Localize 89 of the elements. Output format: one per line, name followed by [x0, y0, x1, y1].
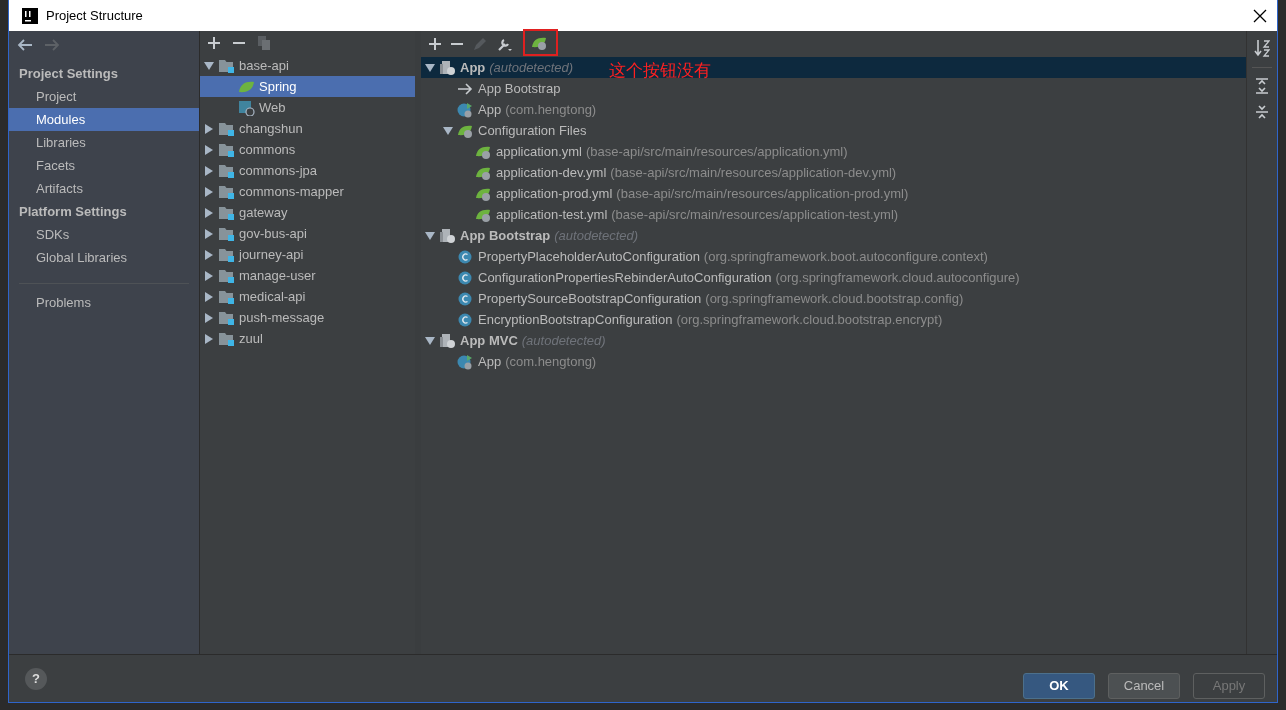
folder-icon	[218, 225, 235, 242]
folder-icon	[218, 309, 235, 326]
app-class-icon	[457, 101, 474, 118]
module-tree-item[interactable]: gov-bus-api	[200, 223, 415, 244]
expanded-arrow-icon[interactable]	[425, 230, 435, 241]
module-tree-item[interactable]: journey-api	[200, 244, 415, 265]
nav-item[interactable]: SDKs	[9, 223, 199, 246]
collapsed-arrow-icon[interactable]	[204, 165, 214, 176]
facet-tree-item[interactable]: application.yml (base-api/src/main/resources/application.yml)	[421, 141, 1246, 162]
nav-item[interactable]: Artifacts	[9, 177, 199, 200]
folder-icon	[218, 330, 235, 347]
sort-icon[interactable]	[1254, 39, 1270, 57]
context-icon	[439, 227, 456, 244]
module-tree-item[interactable]: push-message	[200, 307, 415, 328]
dialog-button[interactable]: OK	[1023, 672, 1095, 699]
facet-tree-item[interactable]: PropertyPlaceholderAutoConfiguration (org.springframework.boot.autoconfigure.context)	[421, 246, 1246, 267]
module-tree-item[interactable]: manage-user	[200, 265, 415, 286]
class-icon	[457, 269, 474, 286]
expanded-arrow-icon[interactable]	[425, 62, 435, 73]
collapsed-arrow-icon[interactable]	[204, 333, 214, 344]
collapsed-arrow-icon[interactable]	[204, 249, 214, 260]
add-icon[interactable]	[429, 38, 441, 50]
folder-icon	[218, 246, 235, 263]
collapsed-arrow-icon[interactable]	[204, 186, 214, 197]
collapsed-arrow-icon[interactable]	[204, 291, 214, 302]
module-tree-item[interactable]: Spring	[200, 76, 415, 97]
nav-item[interactable]: Problems	[9, 291, 199, 314]
folder-icon	[218, 141, 235, 158]
facet-tree-item[interactable]: ConfigurationPropertiesRebinderAutoConfiguration (org.springframework.cloud.autoconfigure)	[421, 267, 1246, 288]
section-heading: Project Settings	[18, 65, 119, 83]
facet-tree-item[interactable]: Configuration Files	[421, 120, 1246, 141]
app-class-icon	[457, 353, 474, 370]
folder-icon	[218, 183, 235, 200]
section-heading: Platform Settings	[18, 203, 128, 221]
nav-item[interactable]: Libraries	[9, 131, 199, 154]
nav-item[interactable]: Global Libraries	[9, 246, 199, 269]
nav-item[interactable]: Facets	[9, 154, 199, 177]
class-icon	[457, 248, 474, 265]
collapsed-arrow-icon[interactable]	[204, 312, 214, 323]
dialog-button[interactable]: Cancel	[1108, 672, 1180, 699]
facet-tree-item[interactable]: App (com.hengtong)	[421, 351, 1246, 372]
expanded-arrow-icon[interactable]	[443, 125, 453, 136]
facet-tree-item[interactable]: PropertySourceBootstrapConfiguration (org.springframework.cloud.bootstrap.config)	[421, 288, 1246, 309]
add-icon[interactable]	[208, 37, 220, 49]
facet-tree-item[interactable]: App MVC (autodetected)	[421, 330, 1246, 351]
module-tree-item[interactable]: commons-jpa	[200, 160, 415, 181]
module-tree-item[interactable]: base-api	[200, 55, 415, 76]
wrench-icon[interactable]	[497, 36, 513, 52]
expanded-arrow-icon[interactable]	[204, 60, 214, 71]
class-icon	[457, 311, 474, 328]
module-tree-item[interactable]: changshun	[200, 118, 415, 139]
folder-icon	[218, 204, 235, 221]
module-tree-item[interactable]: commons	[200, 139, 415, 160]
collapsed-arrow-icon[interactable]	[204, 207, 214, 218]
collapse-all-icon[interactable]	[1255, 104, 1269, 120]
collapsed-arrow-icon[interactable]	[204, 228, 214, 239]
window-title: Project Structure	[46, 8, 144, 23]
app-logo-icon	[22, 7, 38, 24]
collapsed-arrow-icon[interactable]	[204, 270, 214, 281]
folder-icon	[218, 57, 235, 74]
module-tree-item[interactable]: medical-api	[200, 286, 415, 307]
context-icon	[439, 332, 456, 349]
nav-item[interactable]: Modules	[9, 108, 199, 131]
expand-all-icon[interactable]	[1255, 78, 1269, 94]
folder-icon	[218, 162, 235, 179]
folder-icon	[218, 288, 235, 305]
folder-icon	[218, 267, 235, 284]
facet-tree-item[interactable]: application-test.yml (base-api/src/main/resources/application-test.yml)	[421, 204, 1246, 225]
facet-tree-item[interactable]: application-dev.yml (base-api/src/main/resources/application-dev.yml)	[421, 162, 1246, 183]
expanded-arrow-icon[interactable]	[425, 335, 435, 346]
facet-tree-item[interactable]: application-prod.yml (base-api/src/main/resources/application-prod.yml)	[421, 183, 1246, 204]
context-icon	[439, 59, 456, 76]
module-tree-item[interactable]: gateway	[200, 202, 415, 223]
facet-tree-item[interactable]: EncryptionBootstrapConfiguration (org.springframework.cloud.bootstrap.encrypt)	[421, 309, 1246, 330]
folder-icon	[218, 120, 235, 137]
facet-tree-item[interactable]: App (com.hengtong)	[421, 99, 1246, 120]
web-icon	[238, 99, 255, 116]
nav-item[interactable]: Project	[9, 85, 199, 108]
help-button[interactable]: ?	[25, 667, 47, 690]
module-tree-item[interactable]: zuul	[200, 328, 415, 349]
collapsed-arrow-icon[interactable]	[204, 144, 214, 155]
collapsed-arrow-icon[interactable]	[204, 123, 214, 134]
module-tree-item[interactable]: commons-mapper	[200, 181, 415, 202]
back-arrow-icon[interactable]	[17, 38, 33, 52]
close-icon[interactable]	[1253, 8, 1267, 23]
module-tree-item[interactable]: Web	[200, 97, 415, 118]
class-icon	[457, 290, 474, 307]
facet-tree-item[interactable]: App Bootstrap (autodetected)	[421, 225, 1246, 246]
arrow-icon	[457, 80, 474, 97]
